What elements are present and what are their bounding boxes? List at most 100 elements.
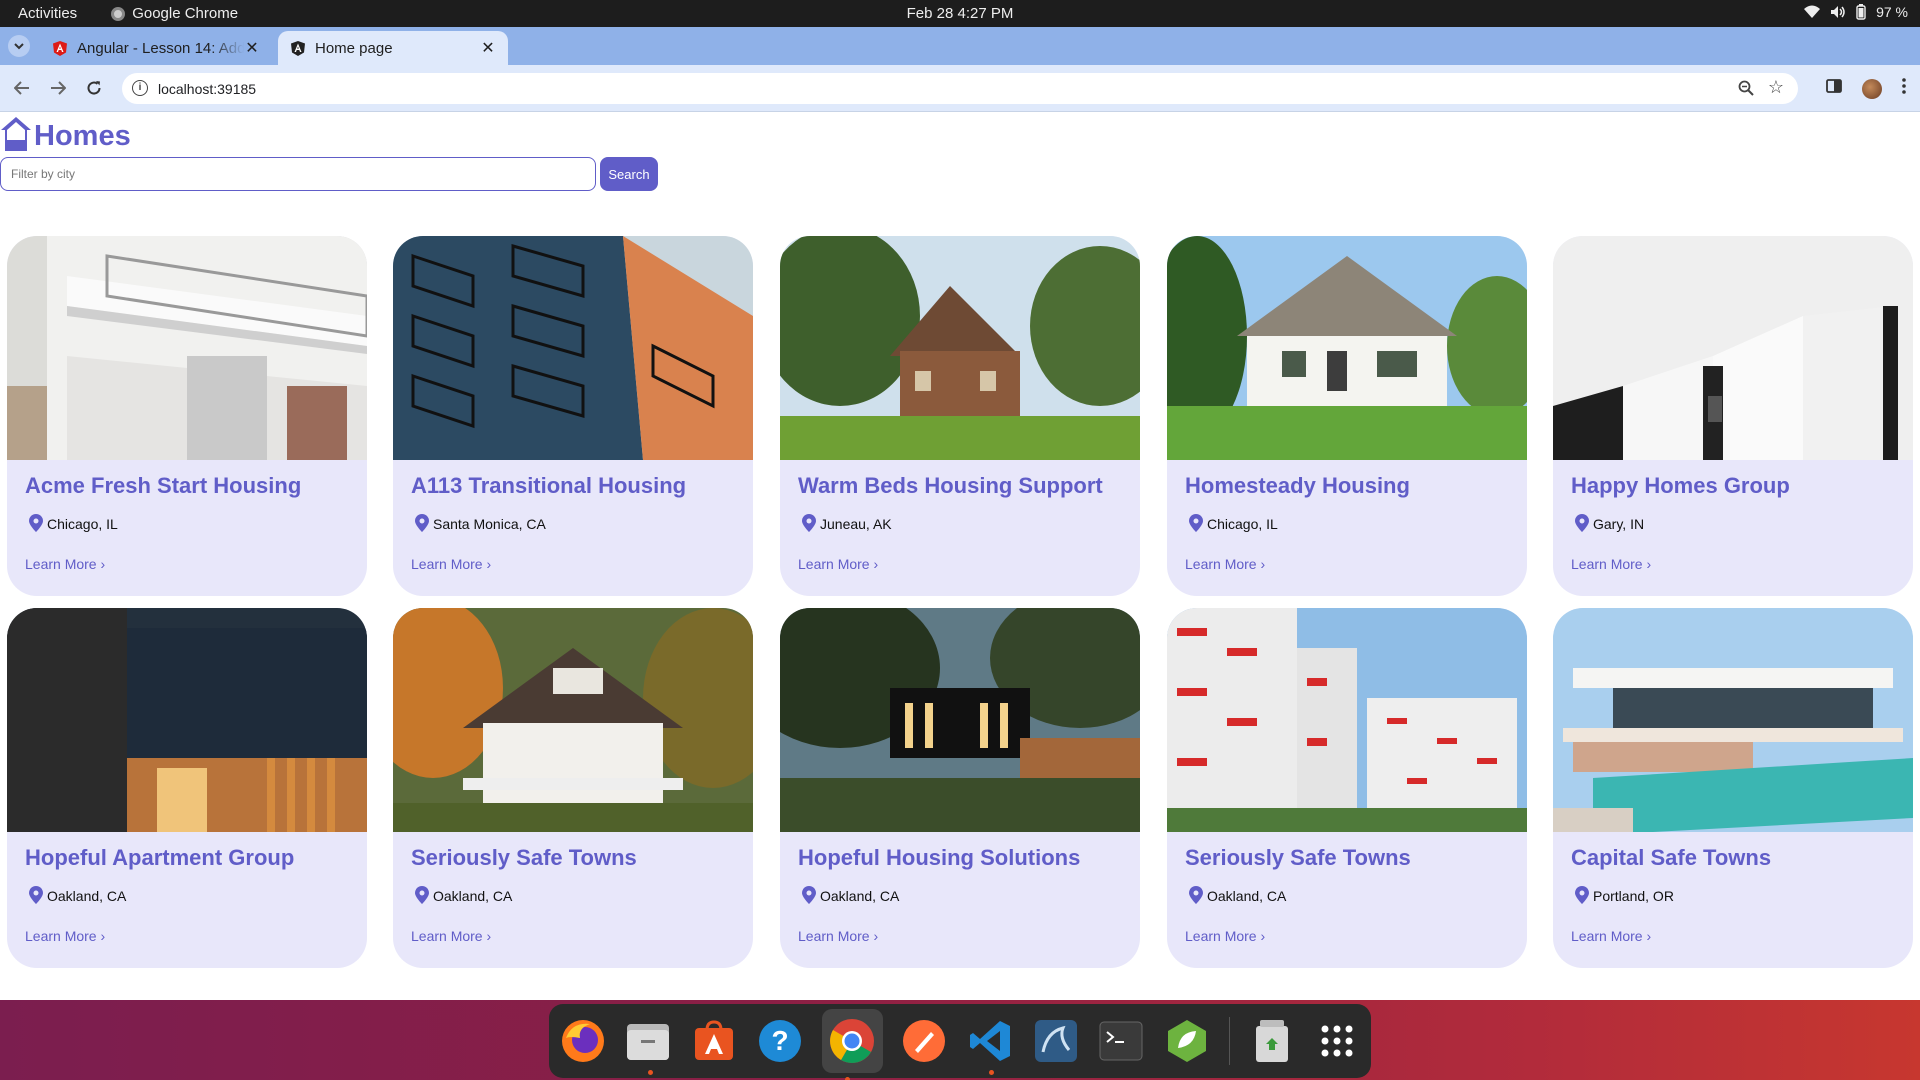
listing-name: Warm Beds Housing Support — [798, 473, 1103, 498]
listing-name: Homesteady Housing — [1185, 473, 1410, 498]
location-pin-icon — [1575, 514, 1589, 532]
battery-icon — [1856, 4, 1866, 20]
location-pin-icon — [1189, 514, 1203, 532]
listing-location: Oakland, CA — [1189, 886, 1286, 904]
listing-name: Hopeful Apartment Group — [25, 845, 295, 870]
listing-name: A113 Transitional Housing — [411, 473, 687, 498]
kebab-menu-icon[interactable] — [1902, 78, 1906, 99]
housing-card: Hopeful Housing Solutions Oakland, CA Le… — [780, 608, 1140, 968]
learn-more-link[interactable]: Learn More › — [25, 928, 105, 944]
terminal-icon[interactable] — [1097, 1016, 1145, 1066]
spring-tools-icon[interactable] — [1163, 1016, 1211, 1066]
profile-avatar[interactable] — [1862, 78, 1882, 99]
system-top-bar: Activities Google Chrome Feb 28 4:27 PM … — [0, 0, 1920, 27]
listing-photo — [7, 236, 367, 460]
zoom-icon[interactable] — [1738, 80, 1754, 101]
forward-icon[interactable] — [48, 78, 68, 98]
listing-location: Chicago, IL — [1189, 514, 1278, 532]
back-icon[interactable] — [12, 78, 32, 98]
firefox-icon[interactable] — [559, 1016, 607, 1066]
url-text: localhost:39185 — [158, 81, 257, 97]
listing-location: Santa Monica, CA — [415, 514, 546, 532]
learn-more-link[interactable]: Learn More › — [411, 556, 491, 572]
listing-location: Oakland, CA — [415, 886, 512, 904]
listing-name: Hopeful Housing Solutions — [798, 845, 1081, 870]
location-pin-icon — [415, 514, 429, 532]
close-tab-icon[interactable]: ✕ — [480, 38, 496, 58]
listing-name: Capital Safe Towns — [1571, 845, 1772, 870]
browser-tab-strip: Angular - Lesson 14: Add ✕ Home page ✕ +… — [0, 27, 1920, 84]
location-text: Gary, IN — [1593, 516, 1645, 532]
location-pin-icon — [29, 886, 43, 904]
tab-title: Angular - Lesson 14: Add — [77, 39, 244, 57]
learn-more-link[interactable]: Learn More › — [1185, 556, 1265, 572]
app-center-icon[interactable] — [690, 1016, 738, 1066]
tab-home-page[interactable]: Home page ✕ — [278, 31, 508, 65]
housing-card: Happy Homes Group Gary, IN Learn More › — [1553, 236, 1913, 596]
battery-percent: 97 % — [1876, 4, 1908, 20]
files-icon[interactable] — [625, 1016, 673, 1075]
web-page: Homes Search Acme Fresh Start Housing Ch… — [0, 113, 1920, 1000]
bookmark-star-icon[interactable]: ☆ — [1768, 77, 1784, 98]
listing-photo — [1167, 236, 1527, 460]
tab-search-button[interactable] — [8, 35, 30, 57]
postman-icon[interactable] — [901, 1016, 949, 1066]
listing-name: Acme Fresh Start Housing — [25, 473, 302, 498]
volume-icon — [1831, 6, 1845, 18]
listing-location: Portland, OR — [1575, 886, 1674, 904]
listing-photo — [7, 608, 367, 832]
vscode-icon[interactable] — [966, 1016, 1014, 1075]
brand-logo[interactable]: Homes — [0, 115, 131, 153]
close-tab-icon[interactable]: ✕ — [244, 38, 260, 58]
app-grid-icon[interactable] — [1313, 1016, 1361, 1066]
svg-text:?: ? — [771, 1025, 788, 1056]
listing-photo — [780, 236, 1140, 460]
listing-location: Oakland, CA — [802, 886, 899, 904]
learn-more-link[interactable]: Learn More › — [25, 556, 105, 572]
housing-card: Capital Safe Towns Portland, OR Learn Mo… — [1553, 608, 1913, 968]
location-pin-icon — [29, 514, 43, 532]
housing-card: Hopeful Apartment Group Oakland, CA Lear… — [7, 608, 367, 968]
listing-photo — [1167, 608, 1527, 832]
search-button[interactable]: Search — [600, 157, 658, 191]
learn-more-link[interactable]: Learn More › — [1185, 928, 1265, 944]
housing-card: Seriously Safe Towns Oakland, CA Learn M… — [393, 608, 753, 968]
listing-photo — [393, 236, 753, 460]
site-info-icon[interactable]: i — [132, 80, 148, 96]
reload-icon[interactable] — [84, 78, 104, 98]
listing-location: Juneau, AK — [802, 514, 892, 532]
chrome-icon[interactable] — [821, 1009, 883, 1080]
location-text: Juneau, AK — [820, 516, 892, 532]
learn-more-link[interactable]: Learn More › — [798, 556, 878, 572]
listing-location: Chicago, IL — [29, 514, 118, 532]
dock-separator — [1228, 1017, 1230, 1065]
filter-by-city-input[interactable] — [0, 157, 596, 191]
side-panel-icon[interactable] — [1826, 78, 1842, 99]
learn-more-link[interactable]: Learn More › — [798, 928, 878, 944]
tab-angular-lesson[interactable]: Angular - Lesson 14: Add ✕ — [40, 31, 272, 65]
help-icon[interactable]: ? — [756, 1016, 804, 1066]
browser-toolbar: i localhost:39185 ☆ — [0, 65, 1920, 112]
brand-title: Homes — [34, 120, 131, 152]
address-bar[interactable]: i localhost:39185 ☆ — [122, 73, 1798, 104]
housing-card: Homesteady Housing Chicago, IL Learn Mor… — [1167, 236, 1527, 596]
trash-icon[interactable] — [1248, 1016, 1296, 1066]
housing-card: Seriously Safe Towns Oakland, CA Learn M… — [1167, 608, 1527, 968]
status-menu[interactable]: 97 % — [1804, 4, 1908, 20]
angular-dark-icon — [290, 40, 306, 56]
learn-more-link[interactable]: Learn More › — [411, 928, 491, 944]
housing-card: Acme Fresh Start Housing Chicago, IL Lea… — [7, 236, 367, 596]
mysql-workbench-icon[interactable] — [1032, 1016, 1080, 1066]
ubuntu-dock: ? — [549, 1004, 1371, 1080]
listing-location: Oakland, CA — [29, 886, 126, 904]
learn-more-link[interactable]: Learn More › — [1571, 556, 1651, 572]
clock[interactable]: Feb 28 4:27 PM — [0, 5, 1920, 22]
chevron-down-icon — [14, 42, 24, 49]
location-pin-icon — [415, 886, 429, 904]
angular-red-icon — [52, 40, 68, 56]
location-pin-icon — [1575, 886, 1589, 904]
location-pin-icon — [802, 514, 816, 532]
listing-photo — [780, 608, 1140, 832]
housing-card: A113 Transitional Housing Santa Monica, … — [393, 236, 753, 596]
learn-more-link[interactable]: Learn More › — [1571, 928, 1651, 944]
